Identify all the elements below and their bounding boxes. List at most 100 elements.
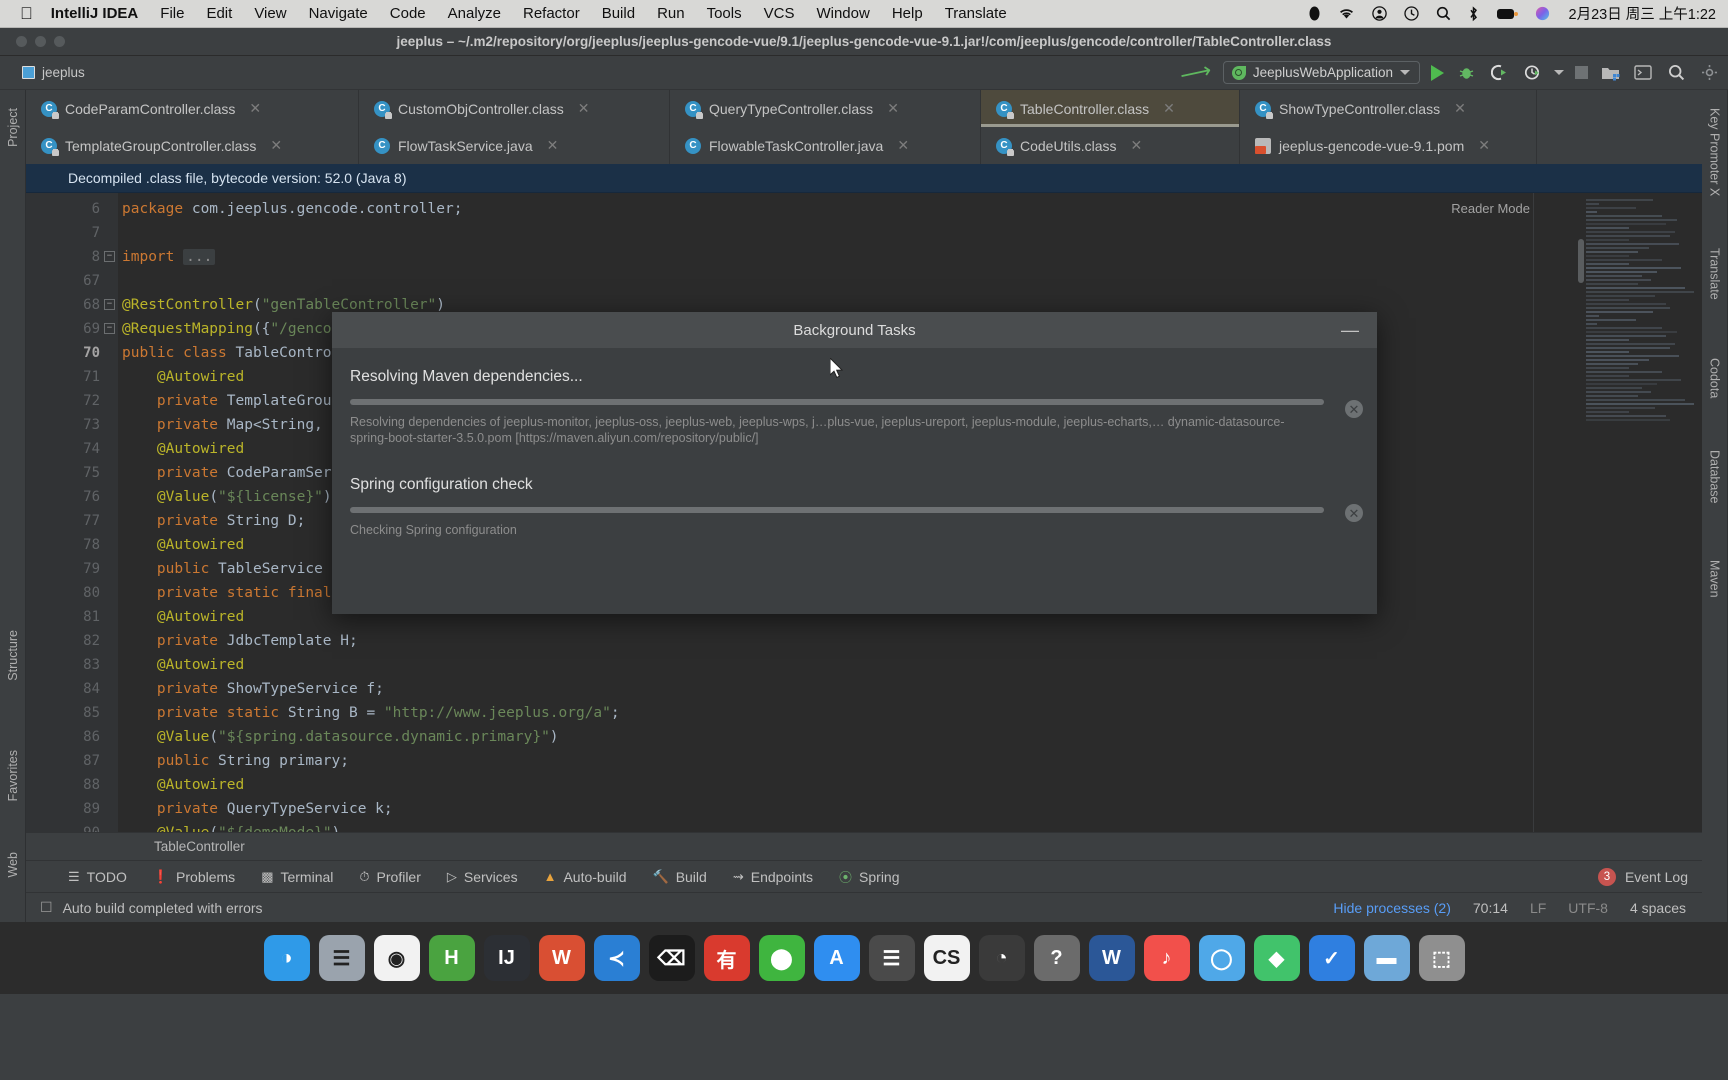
code-line[interactable]: @Autowired <box>118 653 1702 677</box>
tool-window-auto-build[interactable]: ▲ Auto-build <box>544 869 627 885</box>
close-icon[interactable]: ✕ <box>1163 100 1175 117</box>
code-line[interactable] <box>118 269 1702 293</box>
menu-translate[interactable]: Translate <box>945 5 1007 22</box>
file-encoding[interactable]: UTF-8 <box>1568 900 1608 916</box>
tool-window-event-log[interactable]: Event Log <box>1625 869 1688 885</box>
dock-item-wps-office[interactable]: W <box>539 935 585 981</box>
fold-toggle-icon[interactable]: − <box>104 251 115 262</box>
editor-tab-codeutils[interactable]: C CodeUtils.class ✕ <box>981 127 1240 164</box>
dock-item-help[interactable]: ? <box>1034 935 1080 981</box>
tool-window-spring[interactable]: ⦿ Spring <box>839 867 899 886</box>
run-with-coverage-button[interactable] <box>1488 62 1510 84</box>
profiler-dropdown-icon[interactable] <box>1554 70 1564 75</box>
run-button[interactable] <box>1431 65 1444 81</box>
reader-mode-label[interactable]: Reader Mode <box>1451 201 1530 216</box>
editor-scrollbar-thumb[interactable] <box>1578 239 1584 283</box>
dock-item-app-store[interactable]: A <box>814 935 860 981</box>
menu-app-name[interactable]: IntelliJ IDEA <box>51 5 139 22</box>
dock-item-todo-app[interactable]: ✓ <box>1309 935 1355 981</box>
close-icon[interactable]: ✕ <box>1454 100 1466 117</box>
dock-item-word[interactable]: W <box>1089 935 1135 981</box>
tool-window-endpoints[interactable]: ⇝ Endpoints <box>733 869 813 885</box>
dock-item-cloud[interactable]: ◯ <box>1199 935 1245 981</box>
sidebar-item-codota[interactable]: Codota <box>1708 358 1722 398</box>
fold-toggle-icon[interactable]: − <box>104 299 115 310</box>
dock-item-cs-app[interactable]: CS <box>924 935 970 981</box>
caret-position[interactable]: 70:14 <box>1473 900 1508 916</box>
minimize-icon[interactable]: — <box>1341 321 1359 339</box>
editor-gutter[interactable]: 6 7−8 67−68−69 70 71 72 73 74 75 76 77 78 79 80 81 82 83… <box>26 193 118 832</box>
menu-analyze[interactable]: Analyze <box>448 5 501 22</box>
code-line[interactable]: private ShowTypeService f; <box>118 677 1702 701</box>
dock-item-wechat[interactable]: ⬤ <box>759 935 805 981</box>
run-configuration-selector[interactable]: JeeplusWebApplication <box>1223 61 1420 84</box>
close-icon[interactable]: ✕ <box>1478 137 1490 154</box>
editor-tab-showtypecontroller[interactable]: C ShowTypeController.class ✕ <box>1240 90 1537 127</box>
menu-file[interactable]: File <box>160 5 184 22</box>
menu-vcs[interactable]: VCS <box>764 5 795 22</box>
background-tasks-dialog[interactable]: Background Tasks — Resolving Maven depen… <box>332 312 1377 614</box>
dock-item-launchpad[interactable]: ☰ <box>319 935 365 981</box>
tool-window-services[interactable]: ▷ Services <box>447 869 518 885</box>
open-terminal-button[interactable] <box>1632 62 1654 84</box>
dock-item-youdao[interactable]: 有 <box>704 935 750 981</box>
minimize-window-button[interactable] <box>35 36 46 47</box>
tool-window-profiler[interactable]: ⏱ Profiler <box>359 869 421 885</box>
indent-setting[interactable]: 4 spaces <box>1630 900 1686 916</box>
line-separator[interactable]: LF <box>1530 900 1546 916</box>
editor-tab-flowtaskservice[interactable]: C FlowTaskService.java ✕ <box>359 127 670 164</box>
dock-item-chrome[interactable]: ◉ <box>374 935 420 981</box>
sidebar-item-web[interactable]: Web <box>6 852 20 877</box>
siri-icon[interactable] <box>1535 6 1550 21</box>
close-icon[interactable]: ✕ <box>897 137 909 154</box>
close-icon[interactable]: ✕ <box>249 100 261 117</box>
dock-item-trash[interactable]: ⬚ <box>1419 935 1465 981</box>
maximize-window-button[interactable] <box>54 36 65 47</box>
close-icon[interactable]: ✕ <box>1130 137 1142 154</box>
hide-processes-link[interactable]: Hide processes (2) <box>1333 900 1451 916</box>
editor-tab-customobjcontroller[interactable]: C CustomObjController.class ✕ <box>359 90 670 127</box>
menu-help[interactable]: Help <box>892 5 923 22</box>
back-arrow-icon[interactable]: ⟶ <box>1178 58 1213 86</box>
sidebar-item-project[interactable]: Project <box>6 108 20 147</box>
close-icon[interactable]: ✕ <box>270 137 282 154</box>
editor-tab-templategroupcontroller[interactable]: C TemplateGroupController.class ✕ <box>26 127 359 164</box>
code-line[interactable]: public String primary; <box>118 749 1702 773</box>
sidebar-item-maven[interactable]: Maven <box>1708 560 1722 598</box>
build-project-button[interactable] <box>1599 62 1621 84</box>
sidebar-item-key-promoter-x[interactable]: Key Promoter X <box>1708 108 1722 196</box>
search-icon[interactable] <box>1436 6 1451 21</box>
editor-tab-tablecontroller[interactable]: C TableController.class ✕ <box>981 90 1240 127</box>
fold-toggle-icon[interactable]: − <box>104 323 115 334</box>
debug-button[interactable] <box>1455 62 1477 84</box>
time-machine-icon[interactable] <box>1404 6 1419 21</box>
menu-bar-clock[interactable]: 2月23日 周三 上午1:22 <box>1569 3 1716 24</box>
sidebar-item-translate[interactable]: Translate <box>1708 248 1722 300</box>
breadcrumb[interactable]: TableController <box>26 832 1702 860</box>
close-icon[interactable]: ✕ <box>887 100 899 117</box>
tool-window-todo[interactable]: ☰ TODO <box>68 869 127 885</box>
menu-navigate[interactable]: Navigate <box>309 5 368 22</box>
editor-tab-querytypecontroller[interactable]: C QueryTypeController.class ✕ <box>670 90 981 127</box>
tool-window-terminal[interactable]: ▩ Terminal <box>261 869 333 885</box>
menu-window[interactable]: Window <box>816 5 869 22</box>
window-controls[interactable] <box>16 36 65 47</box>
dock-item-intellij-idea[interactable]: IJ <box>484 935 530 981</box>
dock-item-browser[interactable]: ◆ <box>1254 935 1300 981</box>
dock-item-folder[interactable]: ▬ <box>1364 935 1410 981</box>
stop-button[interactable] <box>1575 66 1588 79</box>
tool-window-build[interactable]: 🔨 Build <box>653 869 707 885</box>
dock-item-finder[interactable]: ◑ <box>264 935 310 981</box>
project-breadcrumb[interactable]: jeeplus <box>22 65 85 80</box>
dock-item-music[interactable]: ♪ <box>1144 935 1190 981</box>
menu-build[interactable]: Build <box>602 5 635 22</box>
dialog-title-bar[interactable]: Background Tasks — <box>332 312 1377 348</box>
code-line[interactable]: private static String B = "http://www.je… <box>118 701 1702 725</box>
editor-tab-codeparamcontroller[interactable]: C CodeParamController.class ✕ <box>26 90 359 127</box>
cancel-task-icon[interactable]: ✕ <box>1345 504 1363 522</box>
code-line[interactable]: private JdbcTemplate H; <box>118 629 1702 653</box>
tool-window-problems[interactable]: ❗ Problems <box>153 869 235 885</box>
editor-tab-flowabletaskcontroller[interactable]: C FlowableTaskController.java ✕ <box>670 127 981 164</box>
wifi-icon[interactable] <box>1338 7 1355 20</box>
sidebar-item-database[interactable]: Database <box>1708 450 1722 504</box>
